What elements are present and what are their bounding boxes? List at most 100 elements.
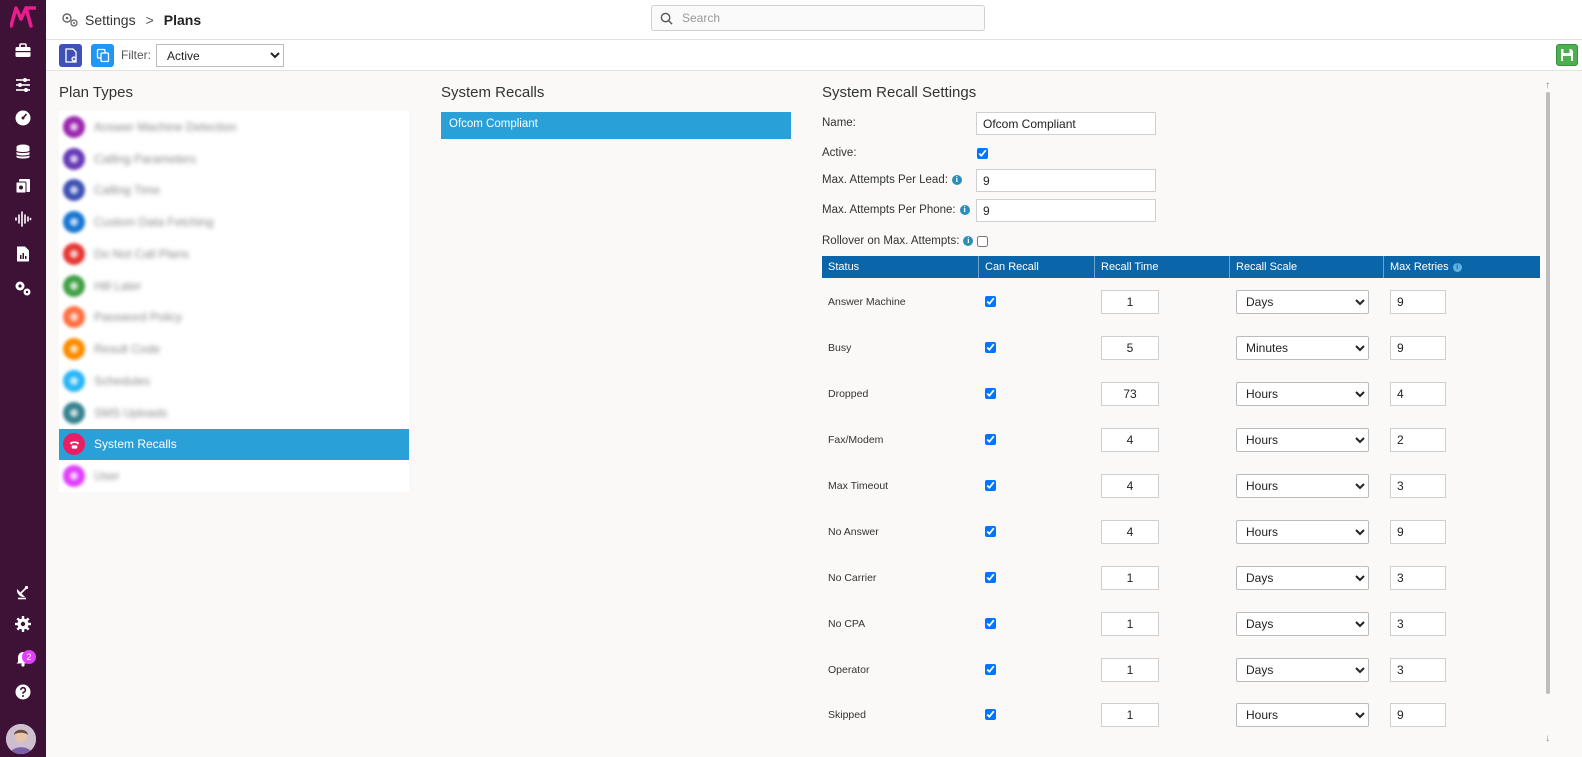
info-icon[interactable]: i xyxy=(963,236,974,246)
can-recall-checkbox[interactable] xyxy=(985,342,996,353)
scrollbar-thumb[interactable] xyxy=(1546,92,1550,694)
max-retries-input[interactable] xyxy=(1390,474,1446,498)
can-recall-checkbox[interactable] xyxy=(985,526,996,537)
max-retries-input[interactable] xyxy=(1390,428,1446,452)
max-retries-input[interactable] xyxy=(1390,336,1446,360)
settings-gears-icon[interactable] xyxy=(11,276,35,300)
recall-time-input[interactable] xyxy=(1101,290,1159,314)
satellite-icon[interactable] xyxy=(11,579,35,603)
recall-scale-select[interactable]: MinutesHoursDays xyxy=(1236,428,1369,452)
plan-type-label: SMS Uploads xyxy=(94,405,168,420)
plan-type-icon xyxy=(63,369,85,392)
plan-type-item[interactable]: Custom Data Fetching xyxy=(59,206,409,238)
max-retries-input[interactable] xyxy=(1390,566,1446,590)
copy-plan-button[interactable] xyxy=(91,44,114,67)
rollover-checkbox[interactable] xyxy=(977,236,988,247)
plan-type-item[interactable]: System Recalls xyxy=(59,428,409,461)
can-recall-checkbox[interactable] xyxy=(985,618,996,629)
briefcase-icon[interactable] xyxy=(11,39,35,63)
plan-type-item[interactable]: Result Code xyxy=(59,333,409,365)
info-icon[interactable]: i xyxy=(959,205,970,215)
plan-type-item[interactable]: Schedules xyxy=(59,365,409,397)
app-logo-icon[interactable] xyxy=(10,6,36,28)
search-box[interactable] xyxy=(651,5,985,31)
info-icon[interactable]: i xyxy=(1452,262,1462,272)
recall-time-input[interactable] xyxy=(1101,382,1159,406)
can-recall-checkbox[interactable] xyxy=(985,572,996,583)
plan-type-icon xyxy=(63,179,85,202)
audio-waveform-icon[interactable] xyxy=(11,207,35,231)
max-retries-input[interactable] xyxy=(1390,290,1446,314)
settings-gears-icon xyxy=(62,13,78,27)
plan-type-item[interactable]: SMS Uploads xyxy=(59,397,409,429)
recall-scale-select[interactable]: MinutesHoursDays xyxy=(1236,474,1369,498)
report-document-icon[interactable] xyxy=(11,242,35,266)
recall-time-input[interactable] xyxy=(1101,612,1159,636)
recall-scale-select[interactable]: MinutesHoursDays xyxy=(1236,612,1369,636)
plan-type-item[interactable]: Hill Later xyxy=(59,270,409,302)
plan-type-label: System Recalls xyxy=(94,437,177,452)
help-icon[interactable] xyxy=(11,680,35,704)
max-retries-input[interactable] xyxy=(1390,382,1446,406)
new-plan-button[interactable] xyxy=(59,44,82,67)
recall-time-input[interactable] xyxy=(1101,520,1159,544)
phone-recall-icon xyxy=(63,433,85,456)
name-field[interactable] xyxy=(976,112,1156,135)
recall-scale-select[interactable]: MinutesHoursDays xyxy=(1236,520,1369,544)
info-icon[interactable]: i xyxy=(951,175,962,185)
plan-type-icon xyxy=(63,211,85,234)
can-recall-checkbox[interactable] xyxy=(985,388,996,399)
plan-type-item[interactable]: Password Policy xyxy=(59,302,409,334)
recall-scale-select[interactable]: MinutesHoursDays xyxy=(1236,336,1369,360)
max-attempts-lead-field[interactable] xyxy=(976,169,1156,192)
breadcrumb-settings-link[interactable]: Settings xyxy=(85,12,136,28)
can-recall-checkbox[interactable] xyxy=(985,709,996,720)
gear-icon[interactable] xyxy=(11,612,35,636)
recall-scale-select[interactable]: MinutesHoursDays xyxy=(1236,658,1369,682)
files-icon[interactable] xyxy=(11,174,35,198)
can-recall-checkbox[interactable] xyxy=(985,296,996,307)
recall-time-input[interactable] xyxy=(1101,703,1159,727)
can-recall-checkbox[interactable] xyxy=(985,664,996,675)
status-cell: No Answer xyxy=(828,526,879,538)
plan-type-label: User xyxy=(94,469,120,484)
max-retries-input[interactable] xyxy=(1390,520,1446,544)
active-checkbox[interactable] xyxy=(977,148,988,159)
scroll-up-arrow-icon[interactable]: ↑ xyxy=(1545,80,1550,91)
dashboard-gauge-icon[interactable] xyxy=(11,106,35,130)
database-icon[interactable] xyxy=(11,140,35,164)
recall-time-input[interactable] xyxy=(1101,474,1159,498)
recall-time-input[interactable] xyxy=(1101,658,1159,682)
column-header-recall-time: Recall Time xyxy=(1095,256,1230,278)
breadcrumb-separator: > xyxy=(145,12,154,28)
max-retries-input[interactable] xyxy=(1390,612,1446,636)
filter-select[interactable]: Active xyxy=(156,44,284,67)
can-recall-checkbox[interactable] xyxy=(985,480,996,491)
plan-type-item[interactable]: Answer Machine Detection xyxy=(59,111,409,143)
save-button[interactable] xyxy=(1556,44,1578,66)
breadcrumb: Settings > Plans xyxy=(61,10,201,30)
recall-time-input[interactable] xyxy=(1101,566,1159,590)
plan-type-item[interactable]: Do Not Call Plans xyxy=(59,238,409,270)
plan-type-icon xyxy=(63,274,85,297)
plan-type-item[interactable]: Calling Parameters xyxy=(59,143,409,175)
recall-time-input[interactable] xyxy=(1101,336,1159,360)
status-cell: No CPA xyxy=(828,618,866,630)
column-header-recall-scale: Recall Scale xyxy=(1230,256,1384,278)
recall-list-item[interactable]: Ofcom Compliant xyxy=(441,112,791,139)
recall-scale-select[interactable]: MinutesHoursDays xyxy=(1236,290,1369,314)
sliders-icon[interactable] xyxy=(11,73,35,97)
max-retries-input[interactable] xyxy=(1390,703,1446,727)
max-retries-input[interactable] xyxy=(1390,658,1446,682)
recall-scale-select[interactable]: MinutesHoursDays xyxy=(1236,382,1369,406)
search-input[interactable] xyxy=(682,11,962,25)
recall-time-input[interactable] xyxy=(1101,428,1159,452)
user-avatar[interactable] xyxy=(6,724,36,754)
scroll-down-arrow-icon[interactable]: ↓ xyxy=(1545,733,1550,744)
recall-scale-select[interactable]: MinutesHoursDays xyxy=(1236,703,1369,727)
can-recall-checkbox[interactable] xyxy=(985,434,996,445)
plan-type-item[interactable]: Calling Time xyxy=(59,175,409,207)
max-attempts-phone-field[interactable] xyxy=(976,199,1156,222)
recall-scale-select[interactable]: MinutesHoursDays xyxy=(1236,566,1369,590)
plan-type-item[interactable]: User xyxy=(59,460,409,492)
